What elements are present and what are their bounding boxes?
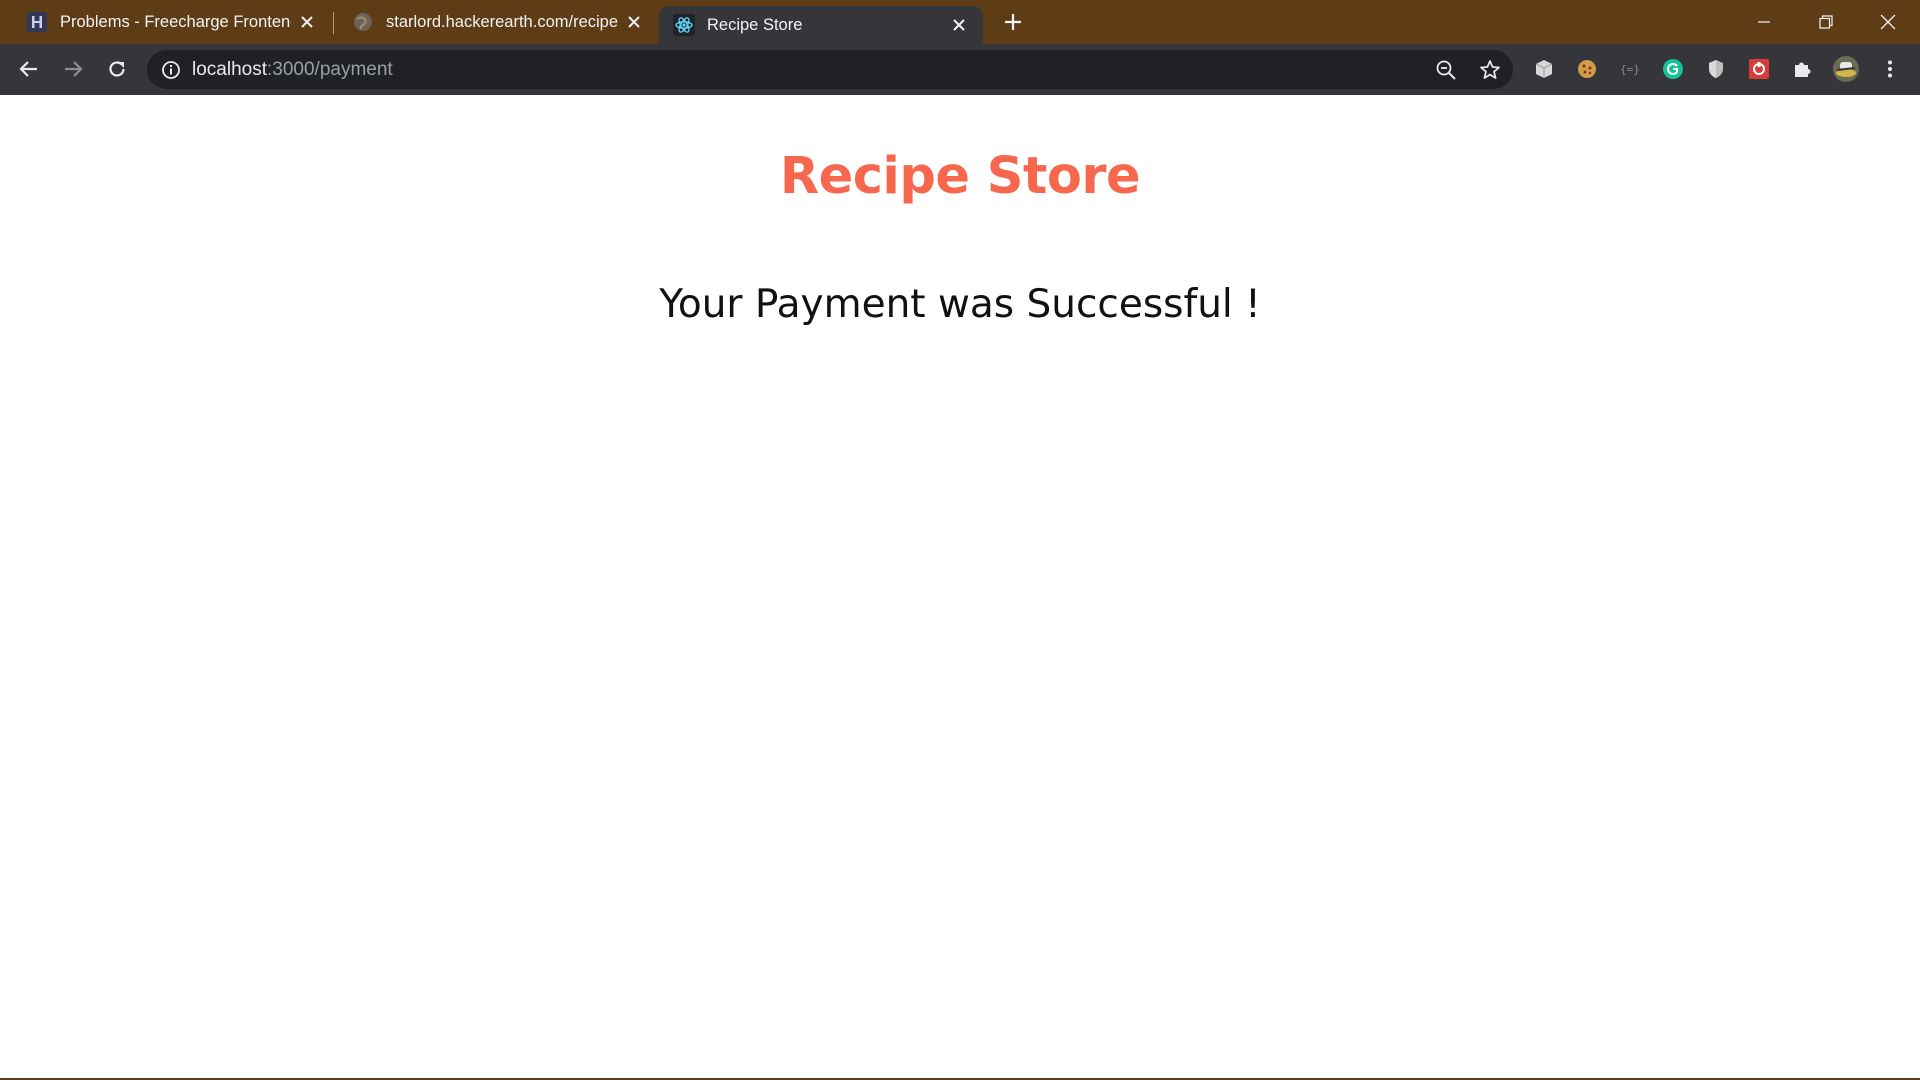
tab-recipe-store[interactable]: Recipe Store [659, 6, 983, 44]
url-path: :3000/payment [267, 59, 393, 80]
profile-avatar-icon[interactable] [1832, 55, 1860, 83]
brand-title: Recipe Store [779, 147, 1141, 206]
close-icon [1880, 14, 1896, 30]
zoom-icon[interactable] [1432, 56, 1460, 84]
tab-label: Problems - Freecharge Frontend [60, 12, 291, 31]
json-extension-icon[interactable]: {=} [1616, 55, 1644, 83]
plus-icon [1005, 14, 1021, 30]
shield-extension-icon[interactable] [1702, 55, 1730, 83]
cookie-extension-icon[interactable] [1573, 55, 1601, 83]
svg-text:{=}: {=} [1620, 63, 1640, 76]
close-tab-icon[interactable] [618, 6, 650, 38]
close-window-button[interactable] [1857, 0, 1919, 44]
cube-extension-icon[interactable] [1530, 55, 1558, 83]
restore-icon [1819, 15, 1833, 29]
menu-icon[interactable] [1876, 55, 1904, 83]
back-button[interactable] [12, 52, 46, 86]
globe-icon [354, 13, 372, 31]
bookmark-star-icon[interactable] [1476, 56, 1504, 84]
minimize-button[interactable] [1733, 0, 1795, 44]
reload-icon [109, 61, 125, 77]
arrow-left-icon [19, 61, 37, 77]
tab-problems[interactable]: Problems - Freecharge Frontend [0, 0, 331, 44]
react-icon [673, 14, 695, 36]
hackerearth-icon [27, 12, 47, 32]
reload-button[interactable] [100, 52, 134, 86]
url-text[interactable]: localhost:3000/payment [192, 59, 393, 81]
url-host: localhost [192, 59, 267, 80]
minimize-icon [1758, 21, 1770, 23]
tab-strip: Problems - Freecharge Frontend starlord.… [0, 0, 1920, 44]
new-tab-button[interactable] [997, 6, 1029, 38]
tab-label: Recipe Store [707, 15, 803, 34]
address-bar[interactable]: localhost:3000/payment [147, 50, 1513, 89]
browser-toolbar: localhost:3000/payment {=} [0, 44, 1920, 95]
arrow-right-icon [65, 61, 83, 77]
close-tab-icon[interactable] [943, 9, 975, 41]
forward-button[interactable] [56, 52, 90, 86]
grammarly-icon[interactable] [1659, 55, 1687, 83]
info-icon[interactable] [159, 58, 183, 82]
close-tab-icon[interactable] [291, 6, 323, 38]
restore-button[interactable] [1795, 0, 1857, 44]
page-content: Recipe Store Your Payment was Successful… [0, 95, 1920, 1080]
tab-starlord[interactable]: starlord.hackerearth.com/recipe [334, 0, 658, 44]
tab-label: starlord.hackerearth.com/recipe [386, 12, 618, 31]
payment-success-message: Your Payment was Successful ! [659, 282, 1261, 327]
red-extension-icon[interactable] [1745, 55, 1773, 83]
puzzle-icon[interactable] [1788, 55, 1816, 83]
